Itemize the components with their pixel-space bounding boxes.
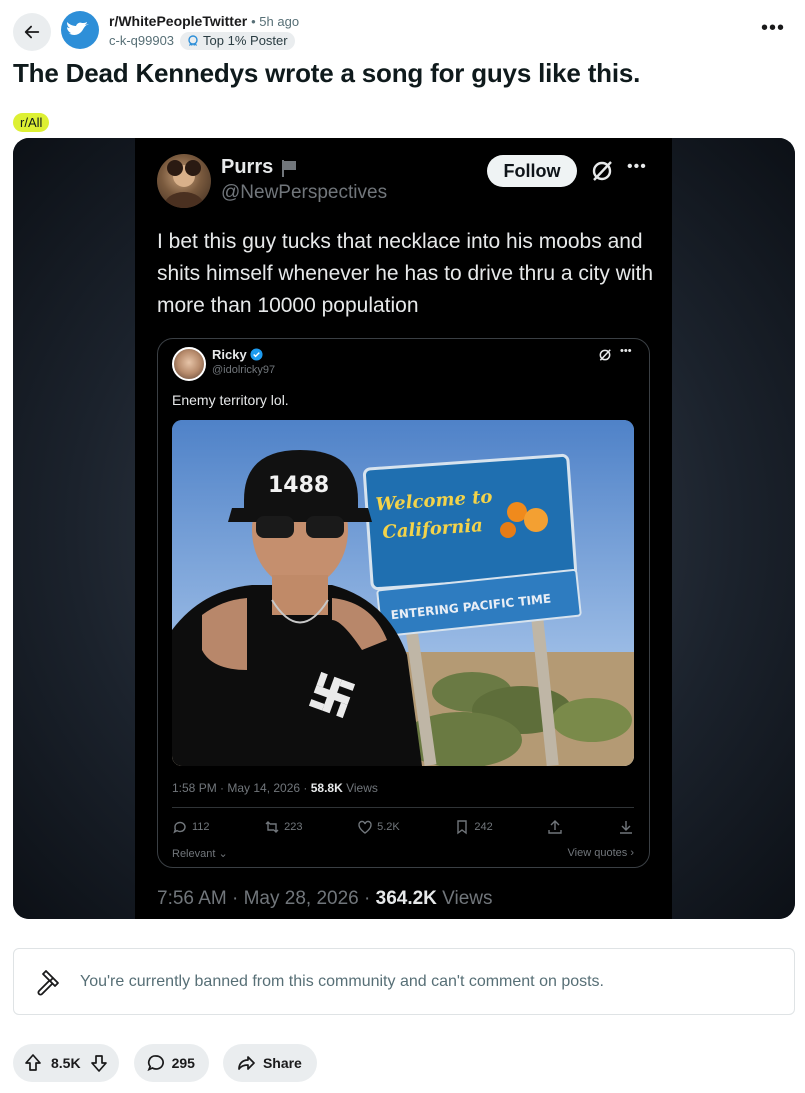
quoted-tweet: Ricky @idolricky97 ••• Enemy territory l… (157, 338, 650, 868)
tweet-more-icon: ••• (627, 158, 647, 175)
quote-author-name-text: Ricky (212, 347, 247, 362)
post-title: The Dead Kennedys wrote a song for guys … (13, 58, 641, 88)
comments-button[interactable]: 295 (133, 1044, 209, 1082)
like-stat: 5.2K (357, 819, 400, 835)
upvote-button[interactable] (23, 1053, 43, 1073)
verified-icon (250, 348, 263, 361)
back-button[interactable] (13, 13, 51, 51)
share-label: Share (262, 1055, 302, 1071)
more-options-button[interactable]: ••• (761, 18, 785, 38)
flag-icon (282, 159, 297, 177)
share-stat (547, 819, 563, 835)
arrow-left-icon (24, 25, 40, 39)
relevant-sort: Relevant ⌄ (172, 847, 228, 860)
upvote-icon (25, 1054, 41, 1071)
quote-footer: Relevant ⌄ View quotes › (172, 847, 634, 860)
reply-stat: 112 (172, 819, 210, 835)
bookmark-stat: 242 (454, 819, 493, 835)
tweet-author-name: Purrs (221, 156, 299, 179)
ban-notice-text: You're currently banned from this commun… (80, 972, 604, 990)
view-quotes-link: View quotes › (567, 847, 634, 859)
quote-avatar (172, 347, 206, 381)
subreddit-link[interactable]: r/WhitePeopleTwitter (109, 13, 247, 29)
bird-icon (65, 15, 95, 45)
quote-time-text: 1:58 PM · May 14, 2026 · (172, 781, 311, 795)
repost-stat: 223 (264, 819, 303, 835)
tweet-time-text: 7:56 AM · May 28, 2026 · (157, 888, 376, 909)
tweet-timestamp: 7:56 AM · May 28, 2026 · 364.2K Views (157, 888, 493, 910)
quote-actions: 112 223 5.2K 242 (172, 819, 634, 835)
quote-photo: Welcome to California ENTERING PACIFIC T… (172, 420, 634, 766)
downvote-button[interactable] (89, 1053, 109, 1073)
quote-grok-icon (599, 349, 611, 361)
comment-count: 295 (171, 1055, 195, 1071)
post-time: 5h ago (259, 14, 300, 29)
post-action-bar: 8.5K 295 Share (13, 1044, 317, 1082)
quote-views-label: Views (342, 781, 378, 795)
repost-icon (265, 821, 279, 833)
bookmark-count: 242 (474, 821, 493, 833)
download-icon (619, 821, 632, 834)
relevant-label: Relevant (172, 848, 216, 860)
tweet-text: I bet this guy tucks that necklace into … (157, 230, 654, 317)
share-icon (238, 1056, 255, 1070)
author-link[interactable]: c-k-q99903 (109, 32, 174, 50)
chevron-down-icon: ⌄ (218, 848, 228, 860)
bookmark-icon (457, 820, 468, 835)
downvote-icon (90, 1055, 107, 1072)
post-meta: r/WhitePeopleTwitter • 5h ago c-k-q99903… (109, 12, 299, 50)
meta-separator: • (251, 14, 256, 29)
post-flair[interactable]: r/All (13, 113, 50, 132)
tweet-views-count: 364.2K (375, 888, 437, 909)
heart-icon (358, 820, 372, 834)
quote-author-handle: @idolricky97 (212, 364, 276, 376)
tweet-views-label: Views (436, 888, 493, 909)
tweet-author-handle: @NewPerspectives (221, 182, 388, 203)
quote-timestamp: 1:58 PM · May 14, 2026 · 58.8K Views (172, 781, 378, 795)
vote-count: 8.5K (51, 1055, 81, 1071)
ban-notice: You're currently banned from this commun… (13, 948, 795, 1015)
comment-icon (147, 1055, 164, 1072)
repost-count: 223 (284, 821, 303, 833)
like-count: 5.2K (377, 821, 400, 833)
tweet-author-name-text: Purrs (221, 156, 274, 178)
tweet-avatar (157, 154, 211, 208)
quote-divider (172, 807, 634, 808)
download-stat (618, 819, 634, 835)
hammer-icon (37, 969, 59, 995)
share-button[interactable]: Share (222, 1044, 317, 1082)
quote-author-name: Ricky (212, 347, 263, 362)
quote-text: Enemy territory lol. (172, 392, 289, 408)
grok-icon (592, 161, 612, 181)
reply-icon (173, 821, 186, 834)
author-flair: Top 1% Poster (180, 32, 295, 50)
reply-count: 112 (192, 821, 210, 833)
share-up-icon (548, 820, 563, 834)
post-media[interactable]: Purrs @NewPerspectives Follow ••• I bet … (13, 138, 795, 919)
vote-control: 8.5K (13, 1044, 119, 1082)
quote-views-count: 58.8K (310, 781, 343, 795)
award-icon (188, 35, 198, 46)
cap-text: 1488 (268, 473, 329, 498)
author-flair-label: Top 1% Poster (203, 33, 288, 48)
quote-more-icon: ••• (620, 345, 632, 357)
tweet-screenshot: Purrs @NewPerspectives Follow ••• I bet … (135, 138, 672, 919)
subreddit-avatar[interactable] (61, 11, 99, 49)
follow-button: Follow (487, 155, 577, 187)
